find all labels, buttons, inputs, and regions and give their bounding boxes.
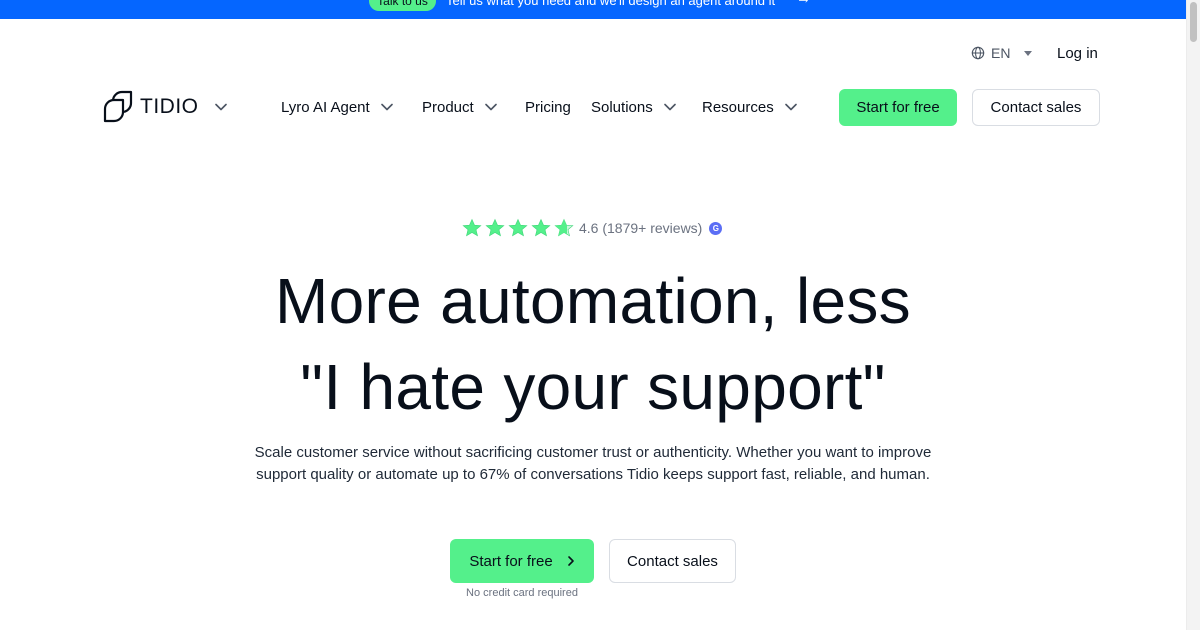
hero-headline-line1: More automation, less — [275, 265, 911, 337]
promo-talk-button[interactable]: Talk to us — [369, 0, 436, 11]
nav-item-product[interactable]: Product — [422, 96, 497, 118]
no-credit-card-note: No credit card required — [466, 587, 578, 599]
star-icon — [531, 218, 551, 237]
g2-icon: G — [709, 221, 723, 235]
hero-headline-line2: "I hate your support" — [300, 351, 886, 423]
nav-item-pricing[interactable]: Pricing — [525, 96, 571, 118]
hero-subtext: Scale customer service without sacrifici… — [200, 442, 986, 486]
chevron-down-icon[interactable] — [214, 103, 227, 111]
nav-item-solutions[interactable]: Solutions — [591, 96, 676, 118]
language-label: EN — [991, 45, 1011, 61]
chevron-right-icon — [567, 556, 574, 566]
promo-bar: Talk to us Tell us what you need and we'… — [0, 0, 1186, 19]
header-start-free-button[interactable]: Start for free — [839, 89, 957, 126]
arrow-right-icon: → — [796, 0, 811, 9]
caret-down-icon — [1024, 50, 1033, 56]
tidio-logo-icon — [103, 90, 133, 123]
nav-item-resources[interactable]: Resources — [702, 96, 797, 118]
nav-item-label: Solutions — [591, 98, 653, 116]
nav-item-label: Product — [422, 98, 474, 116]
star-icon — [508, 218, 528, 237]
nav-item-label: Resources — [702, 98, 774, 116]
hero-headline: More automation, less "I hate your suppo… — [200, 258, 986, 430]
hero-contact-sales-button[interactable]: Contact sales — [609, 539, 736, 583]
star-icon — [485, 218, 505, 237]
chevron-down-icon — [784, 103, 797, 111]
chevron-down-icon — [663, 103, 676, 111]
tidio-logo-text: TIDIO — [140, 95, 199, 118]
promo-text-link[interactable]: Tell us what you need and we'll design a… — [446, 0, 775, 11]
hero-start-free-label: Start for free — [469, 552, 553, 570]
tidio-logo[interactable]: TIDIO — [102, 90, 227, 124]
hero-subtext-line1: Scale customer service without sacrifici… — [254, 444, 932, 461]
language-selector[interactable]: EN — [971, 42, 1033, 64]
hero-start-free-button[interactable]: Start for free — [450, 539, 594, 583]
header-contact-sales-button[interactable]: Contact sales — [972, 89, 1100, 126]
star-half-icon — [554, 218, 574, 237]
chevron-down-icon — [484, 103, 497, 111]
scrollbar-thumb[interactable] — [1190, 2, 1197, 42]
rating-text: 4.6 (1879+ reviews) — [579, 220, 703, 236]
nav-item-label: Pricing — [525, 98, 571, 116]
nav-item-lyro[interactable]: Lyro AI Agent — [281, 96, 393, 118]
page-scrollbar[interactable] — [1186, 0, 1200, 630]
star-icon — [462, 218, 482, 237]
login-link[interactable]: Log in — [1057, 42, 1098, 64]
chevron-down-icon — [380, 103, 393, 111]
globe-icon — [971, 46, 985, 60]
hero-subtext-line2: support quality or automate up to 67% of… — [256, 466, 930, 483]
nav-item-label: Lyro AI Agent — [281, 98, 370, 116]
rating-summary: 4.6 (1879+ reviews) G — [462, 217, 723, 239]
